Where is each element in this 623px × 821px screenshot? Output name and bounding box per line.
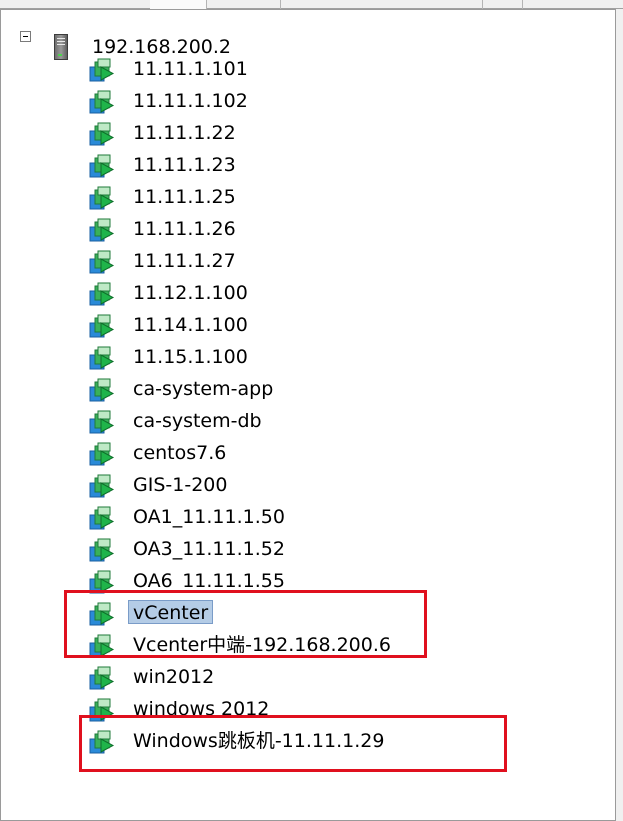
tree-vm-item[interactable]: GIS-1-200 <box>86 468 586 500</box>
tree-vm-item[interactable]: 11.11.1.101 <box>86 52 586 84</box>
tree-vm-item[interactable]: win2012 <box>86 660 586 692</box>
tree-vm-item[interactable]: Vcenter中端-192.168.200.6 <box>86 628 586 660</box>
vm-icon <box>89 58 117 84</box>
header-segment <box>0 0 151 9</box>
vm-label[interactable]: centos7.6 <box>128 440 231 464</box>
tree-vm-item[interactable]: 11.11.1.23 <box>86 148 586 180</box>
tree-root-host[interactable]: 192.168.200.2 <box>0 14 600 60</box>
header-segment <box>280 0 483 9</box>
vm-icon <box>89 282 117 308</box>
vm-icon <box>89 538 117 564</box>
tree-vm-item[interactable]: 11.11.1.102 <box>86 84 586 116</box>
server-icon <box>54 34 68 60</box>
tree-vm-item[interactable]: centos7.6 <box>86 436 586 468</box>
vm-label[interactable]: vCenter <box>128 600 214 624</box>
tree-vm-item[interactable]: 11.11.1.22 <box>86 116 586 148</box>
vm-label[interactable]: 11.14.1.100 <box>128 312 253 336</box>
header-segment-active <box>150 0 207 9</box>
vm-icon <box>89 506 117 532</box>
vm-label[interactable]: 11.11.1.22 <box>128 120 241 144</box>
vm-icon <box>89 186 117 212</box>
tree-vm-item[interactable]: 11.11.1.27 <box>86 244 586 276</box>
tree-vm-item[interactable]: ca-system-app <box>86 372 586 404</box>
vm-label[interactable]: GIS-1-200 <box>128 472 232 496</box>
vm-icon <box>89 250 117 276</box>
tree-vm-item[interactable]: 11.14.1.100 <box>86 308 586 340</box>
tree-vm-item[interactable]: Windows跳板机-11.11.1.29 <box>86 724 586 756</box>
collapse-toggle-icon[interactable] <box>20 31 31 42</box>
vm-icon <box>89 602 117 628</box>
tree-vm-item[interactable]: 11.11.1.26 <box>86 212 586 244</box>
vm-label[interactable]: OA1_11.11.1.50 <box>128 504 290 528</box>
vm-label[interactable]: 11.11.1.26 <box>128 216 241 240</box>
vm-label[interactable]: windows 2012 <box>128 696 274 720</box>
header-segment <box>206 0 281 9</box>
vm-label[interactable]: ca-system-app <box>128 376 278 400</box>
tree-vm-item[interactable]: 11.12.1.100 <box>86 276 586 308</box>
tree-vm-item[interactable]: windows 2012 <box>86 692 586 724</box>
vm-label[interactable]: 11.11.1.25 <box>128 184 241 208</box>
tree-vm-item[interactable]: vCenter <box>86 596 586 628</box>
vm-icon <box>89 122 117 148</box>
vm-icon <box>89 474 117 500</box>
vm-label[interactable]: 11.12.1.100 <box>128 280 253 304</box>
vm-icon <box>89 218 117 244</box>
tree-vm-item[interactable]: 11.11.1.25 <box>86 180 586 212</box>
vm-icon <box>89 442 117 468</box>
panel-edge <box>616 9 623 821</box>
tree-vm-item[interactable]: ca-system-db <box>86 404 586 436</box>
tree-vm-item[interactable]: OA6_11.11.1.55 <box>86 564 586 596</box>
vm-icon <box>89 634 117 660</box>
vm-label[interactable]: Windows跳板机-11.11.1.29 <box>128 728 389 752</box>
vm-label[interactable]: OA6_11.11.1.55 <box>128 568 290 592</box>
tree-vm-item[interactable]: OA3_11.11.1.52 <box>86 532 586 564</box>
vm-label[interactable]: 11.11.1.101 <box>128 56 253 80</box>
vm-icon <box>89 346 117 372</box>
vm-icon <box>89 378 117 404</box>
vm-label[interactable]: win2012 <box>128 664 219 688</box>
vm-label[interactable]: 11.11.1.27 <box>128 248 241 272</box>
vm-label[interactable]: ca-system-db <box>128 408 267 432</box>
header-segment <box>482 0 523 9</box>
vm-icon <box>89 698 117 724</box>
vm-icon <box>89 154 117 180</box>
vm-icon <box>89 730 117 756</box>
vm-icon <box>89 666 117 692</box>
vm-label[interactable]: 11.11.1.102 <box>128 88 253 112</box>
vm-label[interactable]: 11.15.1.100 <box>128 344 253 368</box>
tree-vm-item[interactable]: 11.15.1.100 <box>86 340 586 372</box>
tree-vm-item[interactable]: OA1_11.11.1.50 <box>86 500 586 532</box>
vm-label[interactable]: OA3_11.11.1.52 <box>128 536 290 560</box>
vm-icon <box>89 570 117 596</box>
vm-label[interactable]: 11.11.1.23 <box>128 152 241 176</box>
top-header-strip <box>0 0 623 9</box>
vm-label[interactable]: Vcenter中端-192.168.200.6 <box>128 632 396 656</box>
vm-icon <box>89 410 117 436</box>
vm-icon <box>89 90 117 116</box>
vm-icon <box>89 314 117 340</box>
